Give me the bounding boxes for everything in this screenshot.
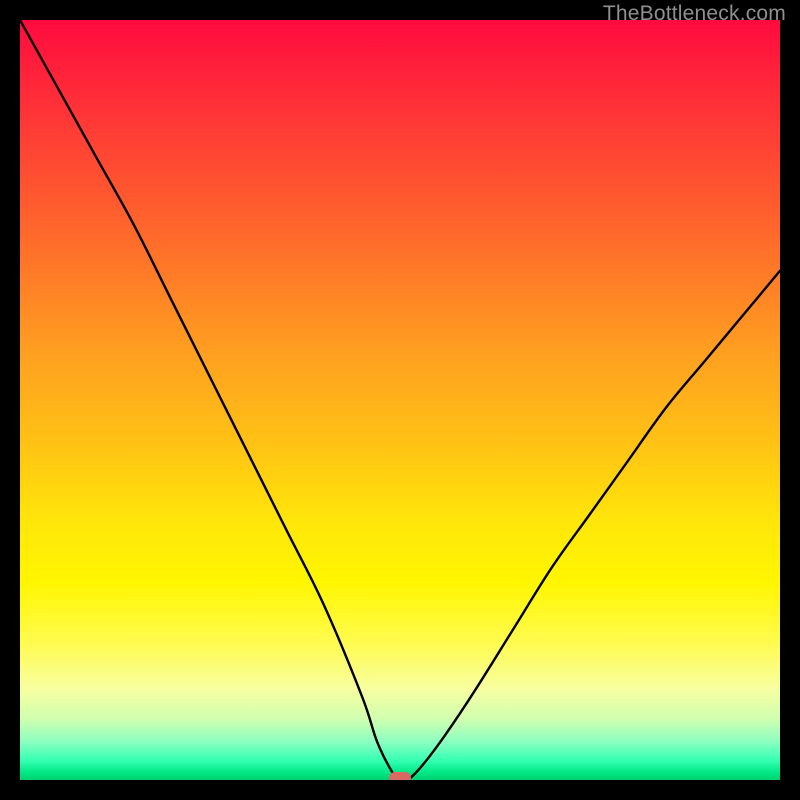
curve-layer: [20, 20, 780, 780]
bottleneck-curve: [20, 20, 780, 780]
plot-area: [20, 20, 780, 780]
chart-frame: TheBottleneck.com: [0, 0, 800, 800]
optimal-marker: [389, 772, 411, 780]
watermark-text: TheBottleneck.com: [603, 2, 786, 26]
